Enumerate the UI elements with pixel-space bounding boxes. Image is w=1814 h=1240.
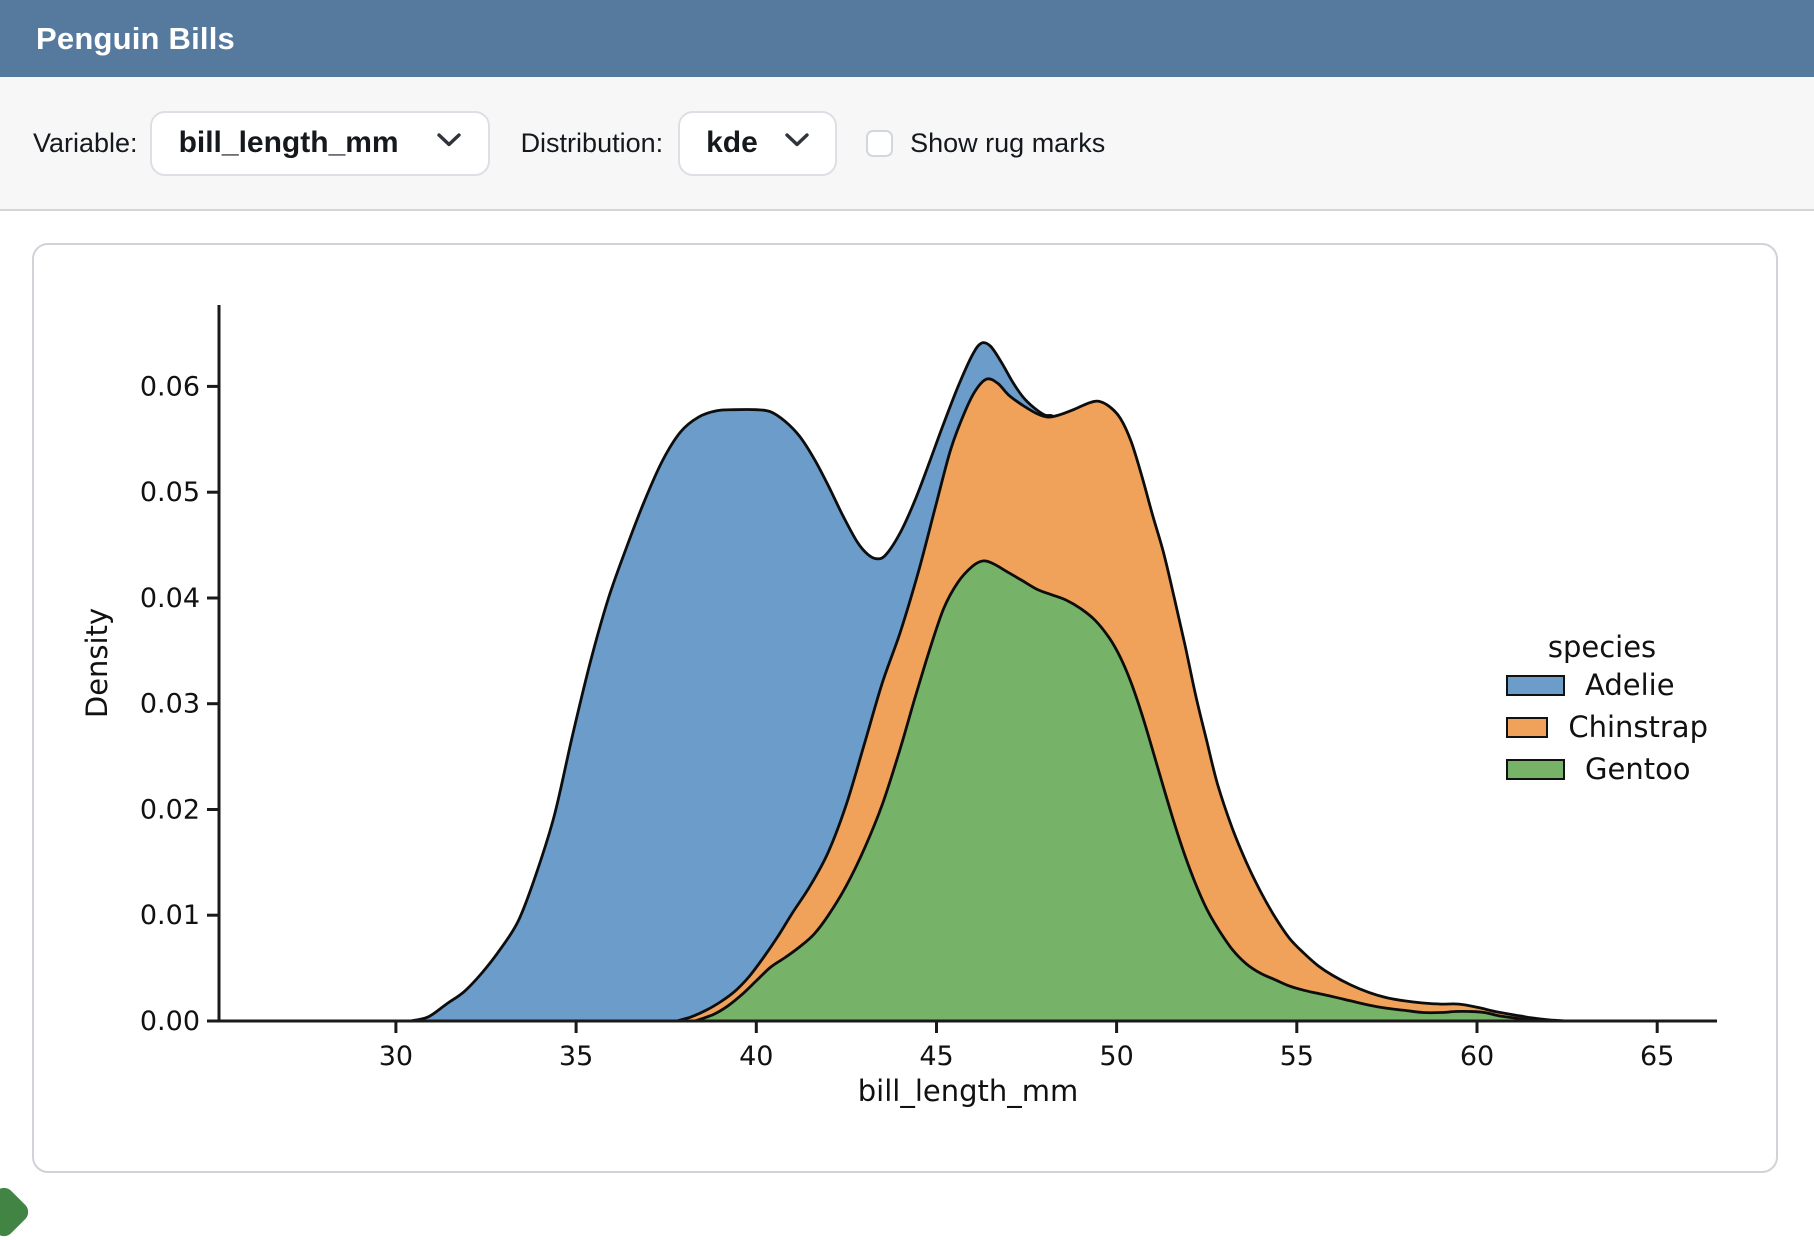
toolbar: Variable: bill_length_mm Distribution: k… xyxy=(0,77,1814,211)
legend-label-gentoo: Gentoo xyxy=(1585,752,1691,786)
chevron-down-icon xyxy=(785,133,809,153)
show-rug-checkbox[interactable] xyxy=(866,130,893,157)
chart-legend: species Adelie Chinstrap Gentoo xyxy=(1496,630,1708,790)
corner-decoration xyxy=(0,1184,32,1240)
legend-item-adelie: Adelie xyxy=(1496,664,1708,706)
distribution-label: Distribution: xyxy=(521,128,664,159)
page-title: Penguin Bills xyxy=(36,21,235,57)
legend-swatch-adelie xyxy=(1506,675,1565,696)
legend-item-chinstrap: Chinstrap xyxy=(1496,706,1708,748)
legend-label-adelie: Adelie xyxy=(1585,668,1675,702)
app-header: Penguin Bills xyxy=(0,0,1814,77)
show-rug-label: Show rug marks xyxy=(910,128,1105,159)
distribution-select[interactable]: kde xyxy=(678,111,837,176)
legend-item-gentoo: Gentoo xyxy=(1496,748,1708,790)
chevron-down-icon xyxy=(437,133,461,153)
distribution-select-value: kde xyxy=(706,126,758,160)
legend-swatch-chinstrap xyxy=(1506,717,1548,738)
variable-label: Variable: xyxy=(33,128,138,159)
legend-swatch-gentoo xyxy=(1506,759,1565,780)
variable-select-value: bill_length_mm xyxy=(179,126,399,160)
legend-label-chinstrap: Chinstrap xyxy=(1568,710,1708,744)
variable-select[interactable]: bill_length_mm xyxy=(150,111,490,176)
legend-title: species xyxy=(1496,630,1708,664)
